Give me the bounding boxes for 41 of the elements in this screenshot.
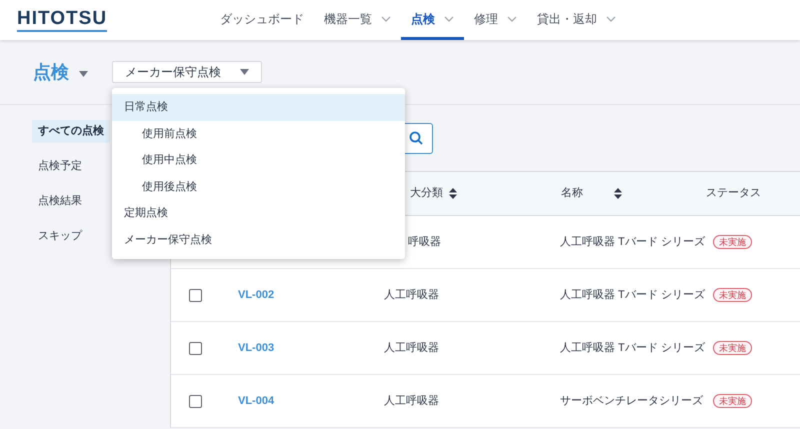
table-cell: 人工呼吸器	[384, 394, 439, 407]
sidebar-item[interactable]: 点検予定	[32, 155, 88, 178]
checkbox[interactable]	[189, 342, 202, 354]
sidebar-item[interactable]: 点検結果	[32, 190, 88, 213]
menu-item[interactable]: メーカー保守点検	[112, 226, 405, 253]
sort-icon[interactable]	[449, 188, 457, 199]
status-badge: 未実施	[713, 234, 752, 249]
menu-item[interactable]: 日常点検	[112, 94, 405, 120]
sidebar-item[interactable]: スキップ	[32, 225, 88, 248]
caret-icon	[240, 69, 249, 75]
nav-tab[interactable]: 機器一覧	[314, 0, 401, 40]
type-select[interactable]: メーカー保守点検	[112, 61, 262, 83]
status-badge: 未実施	[713, 340, 752, 355]
menu-item[interactable]: 使用前点検	[112, 120, 405, 147]
table-cell: 人工呼吸器	[384, 288, 439, 301]
menu-item[interactable]: 使用後点検	[112, 174, 405, 200]
column-header[interactable]: 大分類	[406, 185, 561, 202]
caret-icon[interactable]	[79, 70, 88, 76]
nav-tab[interactable]: 点検	[401, 0, 464, 40]
nav-tab[interactable]: ダッシュボード	[210, 0, 314, 40]
menu-item[interactable]: 使用中点検	[112, 147, 405, 174]
logo[interactable]: HITOTSU	[17, 8, 108, 32]
search-icon	[408, 131, 422, 145]
table-cell: 人工呼吸器 Tバード シリーズ	[560, 342, 705, 354]
sort-icon[interactable]	[614, 188, 622, 199]
table-cell: 人工呼吸器	[384, 342, 439, 354]
status-badge: 未実施	[713, 394, 752, 408]
sidebar-item[interactable]: すべての点検	[32, 120, 110, 143]
nav-tab[interactable]: 貸出・返却	[527, 0, 626, 40]
checkbox[interactable]	[189, 288, 202, 302]
column-header: ステータス	[706, 186, 762, 202]
nav-tab[interactable]: 修理	[464, 0, 527, 40]
table-cell: サーボベンチレータシリーズ	[560, 394, 703, 407]
status-badge: 未実施	[713, 288, 752, 302]
table-cell: 呼吸器	[408, 236, 441, 248]
table-cell: 人工呼吸器 Tバード シリーズ	[560, 236, 705, 248]
table-cell: 人工呼吸器 Tバード シリーズ	[560, 288, 705, 301]
checkbox[interactable]	[189, 394, 202, 408]
menu-item[interactable]: 定期点検	[112, 200, 405, 226]
page-title: 点検	[33, 60, 69, 84]
column-header[interactable]: 名称	[561, 185, 706, 202]
